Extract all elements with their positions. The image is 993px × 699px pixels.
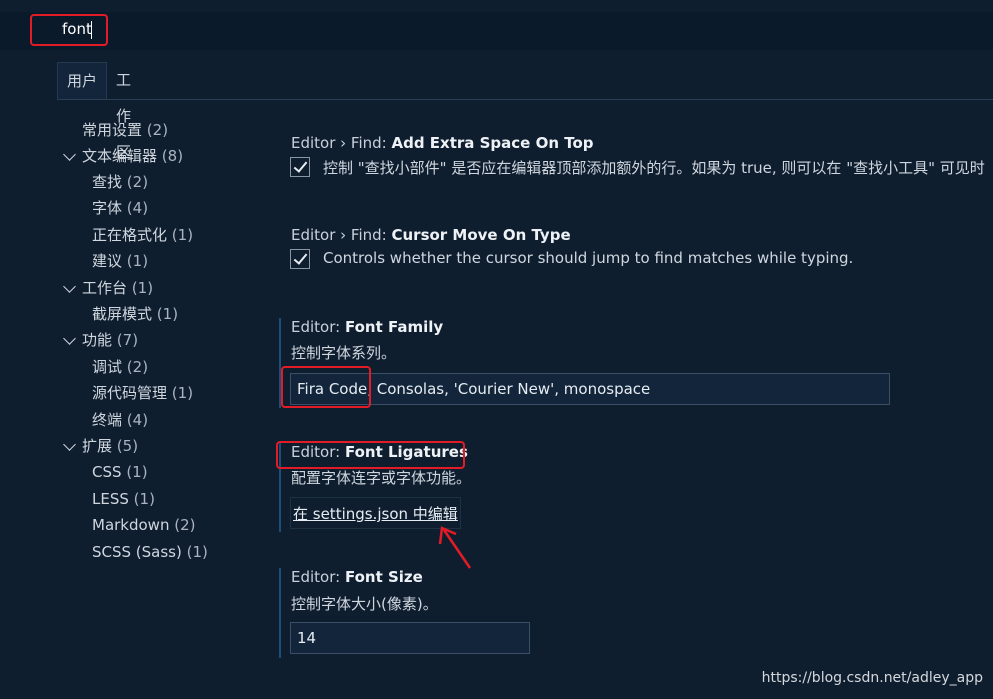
toc-item[interactable]: 源代码管理 (1) [92,381,193,405]
chevron-down-icon[interactable] [63,280,76,293]
setting-title-cursor-move: Editor › Find: Cursor Move On Type [291,226,571,244]
annotation-box-ligatures [276,441,465,469]
toc-item-label: CSS [92,463,122,481]
toc-item-count: (2) [126,173,149,191]
toc-item-count: (1) [131,279,154,297]
toc-item-count: (2) [146,121,169,139]
toc-item-count: (4) [126,199,149,217]
setting-title-font-family: Editor: Font Family [291,318,444,336]
toc-item[interactable]: 查找 (2) [92,170,148,194]
font-family-input[interactable]: Fira Code, Consolas, 'Courier New', mono… [290,373,890,405]
toc-item[interactable]: Markdown (2) [92,513,196,537]
toc-item-label: 功能 [82,331,113,349]
toc-item-count: (8) [161,147,184,165]
setting-desc-extra-space: 控制 "查找小部件" 是否应在编辑器顶部添加额外的行。如果为 true, 则可以… [323,159,985,177]
annotation-arrow [438,526,472,569]
toc-item[interactable]: SCSS (Sass) (1) [92,540,208,564]
toc-item[interactable]: LESS (1) [92,487,155,511]
toc-item-label: 正在格式化 [92,226,168,244]
toc-item-count: (1) [126,252,149,270]
toc-item-label: 字体 [92,199,123,217]
toc-item[interactable]: CSS (1) [92,460,148,484]
toc-item[interactable]: 常用设置 (2) [82,118,168,142]
toc-item-label: 建议 [92,252,123,270]
chevron-down-icon[interactable] [63,438,76,451]
setting-title-extra-space: Editor › Find: Add Extra Space On Top [291,134,594,152]
annotation-box-fira-code [281,366,371,408]
toc-item[interactable]: 截屏模式 (1) [92,302,178,326]
modified-indicator-font-size [279,568,281,658]
toc-item-count: (7) [116,331,139,349]
toc-item-label: 调试 [92,358,123,376]
toc-item-count: (5) [116,437,139,455]
toc-item[interactable]: 文本编辑器 (8) [63,144,184,168]
annotation-box-search [30,14,108,46]
font-size-input[interactable]: 14 [290,622,530,654]
toc-item-count: (4) [126,411,149,429]
toc-item[interactable]: 功能 (7) [63,328,139,352]
toc-item-count: (1) [171,226,194,244]
chevron-down-icon[interactable] [63,332,76,345]
setting-desc-font-family: 控制字体系列。 [291,344,397,362]
toc-item-count: (1) [126,463,148,481]
checkbox-cursor-move[interactable] [290,249,310,269]
toc-item[interactable]: 工作台 (1) [63,276,154,300]
tab-user[interactable]: 用户 [57,62,107,99]
toc-item-count: (1) [186,543,208,561]
toc-item[interactable]: 扩展 (5) [63,434,139,458]
toc-item-label: LESS [92,490,129,508]
toc-item-label: 扩展 [82,437,113,455]
toc-item-count: (2) [174,516,196,534]
toc-item-count: (1) [133,490,155,508]
toc-item-count: (1) [156,305,179,323]
search-bar[interactable]: font [0,12,993,50]
toc-item[interactable]: 终端 (4) [92,408,148,432]
setting-desc-font-ligatures: 配置字体连字或字体功能。 [291,469,472,487]
tab-workspace[interactable]: 工作区 [107,62,140,161]
toc-item-label: SCSS (Sass) [92,543,182,561]
toc-item-label: Markdown [92,516,170,534]
toc-item-label: 常用设置 [82,121,143,139]
chevron-down-icon[interactable] [63,148,76,161]
toc-item-label: 工作台 [82,279,128,297]
toc-item[interactable]: 字体 (4) [92,196,148,220]
setting-desc-cursor-move: Controls whether the cursor should jump … [323,249,854,267]
setting-title-font-size: Editor: Font Size [291,568,423,586]
toc-item[interactable]: 正在格式化 (1) [92,223,193,247]
setting-desc-font-size: 控制字体大小(像素)。 [291,595,438,613]
toc-item-count: (2) [126,358,149,376]
toc-item[interactable]: 调试 (2) [92,355,148,379]
checkbox-extra-space[interactable] [290,157,310,177]
toc-item-label: 源代码管理 [92,384,168,402]
toc-item-count: (1) [171,384,194,402]
tabs-divider [57,99,993,100]
toc-item-label: 文本编辑器 [82,147,158,165]
toc-item-label: 终端 [92,411,123,429]
watermark: https://blog.csdn.net/adley_app [761,670,983,686]
settings-window: font 用户 工作区 常用设置 (2) 文本编辑器 (8) 查找 (2) 字体 (4… [0,0,993,699]
toc-item-label: 截屏模式 [92,305,153,323]
toc-item-label: 查找 [92,173,123,191]
toc-item[interactable]: 建议 (1) [92,249,148,273]
